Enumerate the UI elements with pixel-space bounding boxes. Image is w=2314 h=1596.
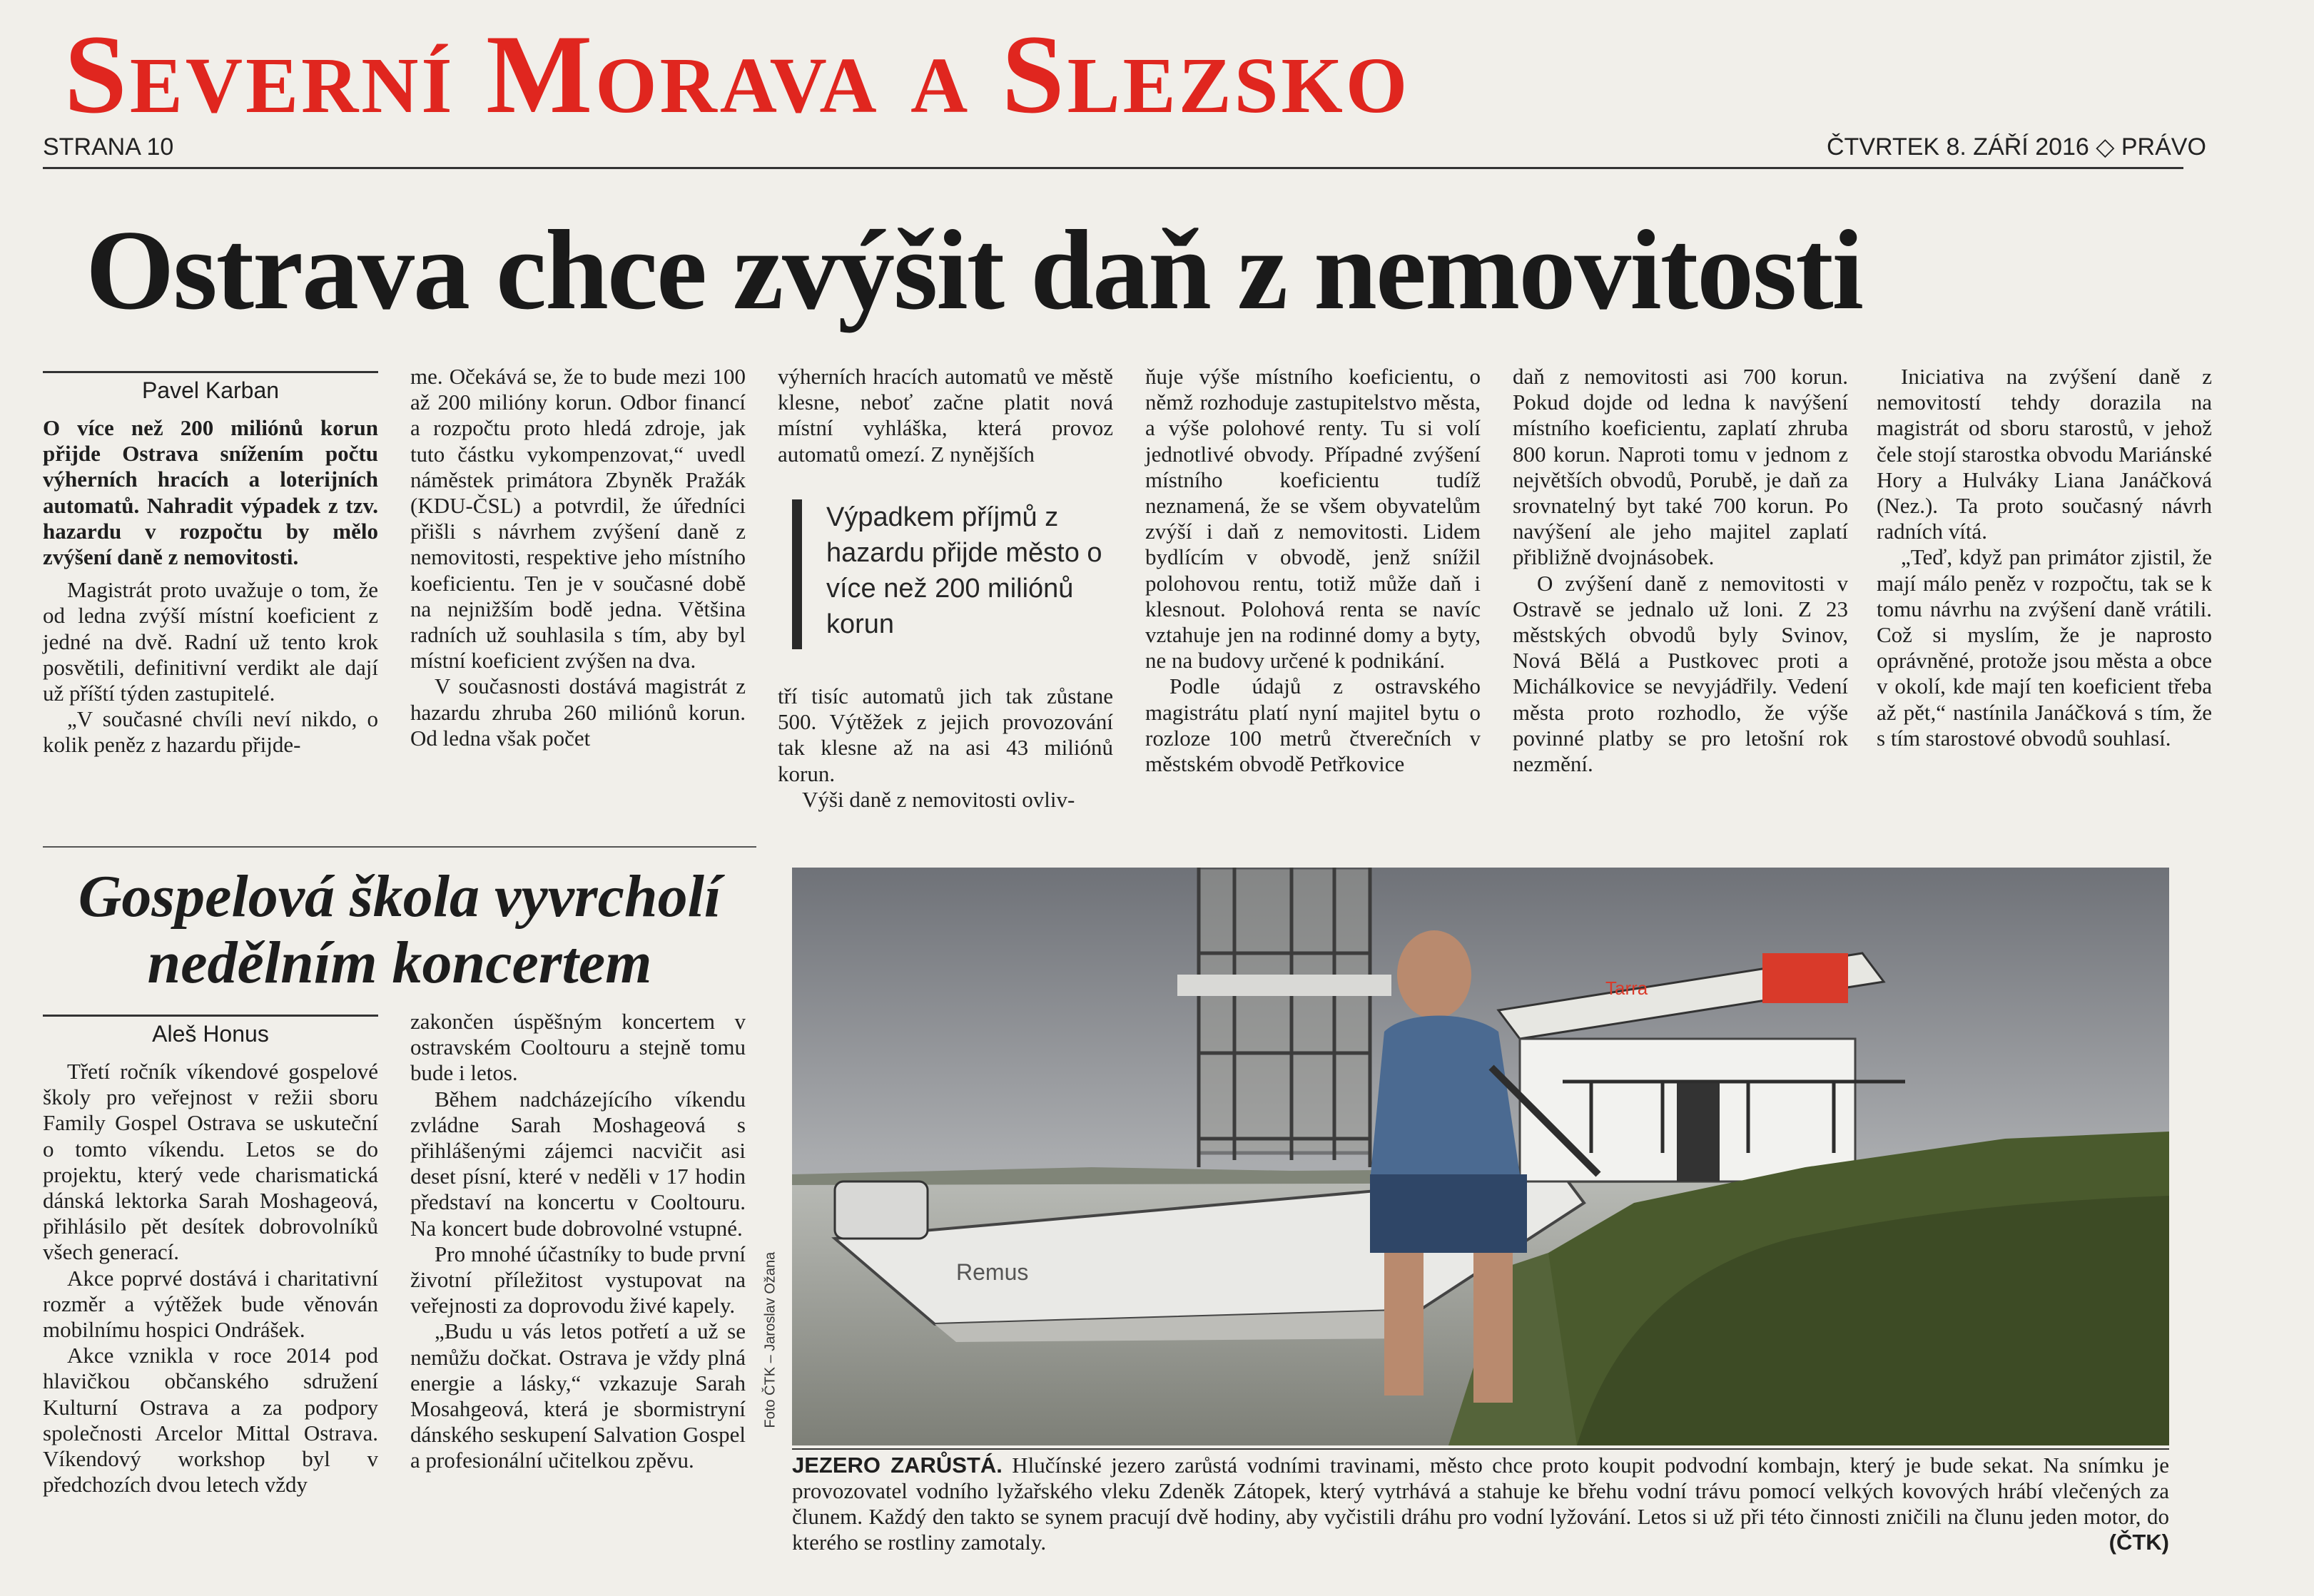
article1-column-6: Iniciativa na zvýšení daně z nemovitostí… bbox=[1877, 364, 2212, 751]
paragraph: „V současné chvíli neví nikdo, o kolik p… bbox=[43, 706, 378, 758]
article2-byline: Aleš Honus bbox=[43, 1015, 378, 1048]
paragraph: Podle údajů z ostravského magistrátu pla… bbox=[1145, 674, 1481, 777]
photo-credit: Foto ČTK – Jaroslav Ožana bbox=[762, 1251, 778, 1428]
paragraph: „Budu u vás letos potřetí a už se nemůžu… bbox=[410, 1318, 746, 1473]
kiosk-door bbox=[1677, 1082, 1720, 1181]
article1-column-2: me. Očekává se, že to bude mezi 100 až 2… bbox=[410, 364, 746, 751]
lift-tower bbox=[1197, 868, 1372, 1167]
article2-column-1: Třetí ročník víkendové gospelové školy p… bbox=[43, 1059, 378, 1498]
article1-column-5: daň z nemovitosti asi 700 korun. Pokud d… bbox=[1513, 364, 1848, 777]
issue-date: ČTVRTEK 8. ZÁŘÍ 2016 ◇ PRÁVO bbox=[1827, 133, 2206, 161]
paragraph: Iniciativa na zvýšení daně z nemovitostí… bbox=[1877, 364, 2212, 544]
paragraph: „Teď, když pan primátor zjistil, že mají… bbox=[1877, 544, 2212, 751]
caption-rule bbox=[792, 1448, 2169, 1450]
article2-headline: Gospelová škola vyvrcholí nedělním konce… bbox=[78, 863, 721, 996]
caption-title: JEZERO ZARŮSTÁ. bbox=[792, 1453, 1003, 1478]
article1-column-1: O více než 200 miliónů korun přijde Ostr… bbox=[43, 415, 378, 758]
kiosk-sign bbox=[1762, 953, 1848, 1003]
masthead-rule bbox=[43, 167, 2183, 169]
paragraph: Akce poprvé dostává i charitativní rozmě… bbox=[43, 1265, 378, 1343]
paragraph: V současnosti dostává magistrát z hazard… bbox=[410, 674, 746, 751]
page-number: STRANA 10 bbox=[43, 133, 174, 161]
paragraph: Magistrát proto uvažuje o tom, že od led… bbox=[43, 577, 378, 706]
article1-column-3-continued: tří tisíc automatů jich tak zůstane 500.… bbox=[778, 683, 1113, 813]
photo-lake-scene: Remus Tarra bbox=[792, 868, 2169, 1445]
paragraph: Během nadcházejícího víkendu zvládne Sar… bbox=[410, 1086, 746, 1241]
photo-caption: JEZERO ZARŮSTÁ. Hlučínské jezero zarůstá… bbox=[792, 1453, 2169, 1555]
paragraph: zakončen úspěšným koncertem v ostravském… bbox=[410, 1009, 746, 1086]
main-headline: Ostrava chce zvýšit daň z nemovitosti bbox=[86, 206, 1864, 333]
paragraph: Třetí ročník víkendové gospelové školy p… bbox=[43, 1059, 378, 1265]
section-divider bbox=[43, 846, 756, 848]
outboard-motor bbox=[833, 1180, 929, 1240]
news-photo: Remus Tarra bbox=[792, 868, 2169, 1445]
kiosk-brand: Tarra bbox=[1605, 977, 1648, 999]
article2-column-2: zakončen úspěšným koncertem v ostravském… bbox=[410, 1009, 746, 1474]
paragraph: Akce vznikla v roce 2014 pod hlavičkou o… bbox=[43, 1343, 378, 1498]
paragraph: me. Očekává se, že to bude mezi 100 až 2… bbox=[410, 364, 746, 674]
article1-lead: O více než 200 miliónů korun přijde Ostr… bbox=[43, 415, 378, 570]
tower-deck bbox=[1177, 975, 1391, 996]
paragraph: daň z nemovitosti asi 700 korun. Pokud d… bbox=[1513, 364, 1848, 570]
caption-source: (ČTK) bbox=[2109, 1530, 2169, 1555]
paragraph: tří tisíc automatů jich tak zůstane 500.… bbox=[778, 683, 1113, 786]
boat-name: Remus bbox=[956, 1259, 1028, 1285]
masthead-title: Severní Morava a Slezsko bbox=[64, 12, 1411, 137]
paragraph: O zvýšení daně z nemovitosti v Ostravě s… bbox=[1513, 570, 1848, 777]
paragraph: ňuje výše místního koeficientu, o němž r… bbox=[1145, 364, 1481, 674]
article1-byline: Pavel Karban bbox=[43, 371, 378, 405]
pull-quote: Výpadkem příjmů z hazardu přijde město o… bbox=[792, 499, 1120, 649]
article1-column-3: výherních hracích automatů ve městě kles… bbox=[778, 364, 1113, 467]
paragraph: Výši daně z nemovitosti ovliv- bbox=[802, 786, 1075, 812]
article1-column-4: ňuje výše místního koeficientu, o němž r… bbox=[1145, 364, 1481, 777]
paragraph: Pro mnohé účastníky to bude první životn… bbox=[410, 1241, 746, 1318]
paragraph: výherních hracích automatů ve městě kles… bbox=[778, 364, 1113, 467]
